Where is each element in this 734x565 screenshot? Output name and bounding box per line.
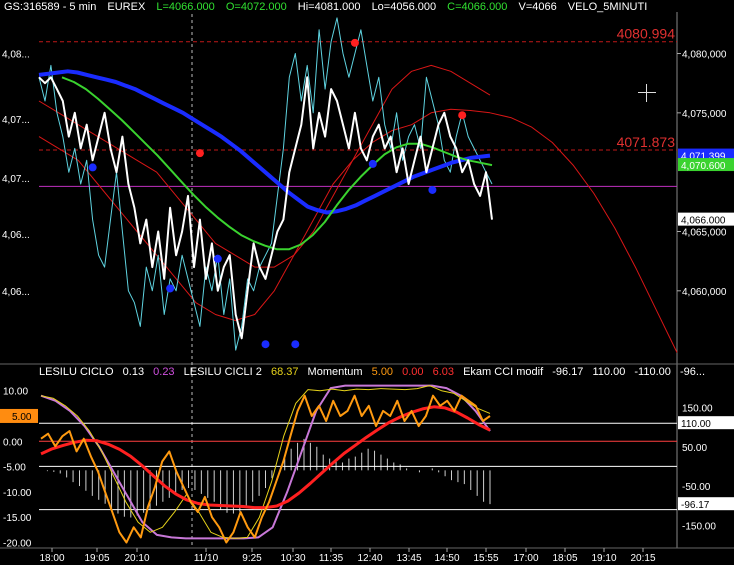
cci-name: Ekam CCI modif (463, 366, 544, 378)
lower-left-tick: -15.00 (3, 513, 32, 524)
x-tick-label: 19:05 (84, 553, 109, 564)
symbol-label: GS:316589 - 5 min (4, 1, 97, 13)
signal-dot-blue-6 (428, 185, 437, 194)
ciclo-name: LESILU CICLO (39, 366, 114, 378)
y-tick-label: 4,075,000 (682, 109, 727, 120)
lower-left-tick: -20.00 (3, 538, 32, 549)
y-left-label: 4,07... (2, 174, 30, 185)
x-tick-label: 18:00 (39, 553, 64, 564)
x-tick-label: 11:35 (319, 553, 344, 564)
y-tick-label: 4,060,000 (682, 287, 727, 298)
x-tick-label: 19:10 (591, 553, 616, 564)
y-tick-label: 4,080,000 (682, 50, 727, 61)
x-tick-label: 18:05 (552, 553, 577, 564)
y-left-label: 4,08... (2, 50, 30, 61)
signal-dot-blue-1 (166, 284, 175, 293)
signal-dot-red-1 (350, 38, 359, 47)
lower-value-tag-text: 110.00 (681, 419, 711, 430)
signal-dot-red-0 (195, 149, 204, 158)
lower-left-tick: 10.00 (3, 387, 28, 398)
x-tick-label: 13:45 (396, 553, 421, 564)
signal-dot-blue-2 (213, 254, 222, 263)
indicator-legend: LESILU CICLO 0.13 0.23 LESILU CICLI 2 68… (39, 366, 711, 378)
x-tick-label: 15:55 (473, 553, 498, 564)
lower-right-tick: -50.00 (682, 482, 711, 493)
lower-left-tick: -5.00 (3, 463, 26, 474)
lower-right-tick: 50.00 (682, 443, 707, 454)
chart-background (0, 0, 734, 565)
ciclo-value-2: 0.23 (153, 366, 175, 378)
lower-value-tag-text: -96.17 (681, 500, 710, 511)
cci-value-1: -96.17 (552, 366, 584, 378)
signal-dot-blue-4 (291, 340, 300, 349)
lower-right-tick: 150.00 (682, 403, 713, 414)
lower-left-tick: -10.00 (3, 488, 32, 499)
x-tick-label: 10:30 (280, 553, 305, 564)
x-tick-label: 20:10 (124, 553, 149, 564)
y-left-label: 4,06... (2, 287, 30, 298)
value-tag-text: 4,066.000 (681, 216, 726, 227)
high-price: Hi=4081.000 (297, 1, 361, 13)
lower-right-tick: -150.00 (682, 521, 716, 532)
momentum-name: Momentum (307, 366, 363, 378)
ciclo-value-1: 0.13 (122, 366, 145, 378)
signal-dot-red-2 (458, 111, 467, 120)
trading-chart[interactable]: 4080.994 4071.873 4,080,000 4,075,000 4,065,… (0, 0, 734, 565)
y-tick-label: 4,065,000 (682, 227, 727, 238)
crosshair-cursor-icon (638, 84, 656, 102)
low-price: Lo=4056.000 (371, 1, 437, 13)
x-tick-label: 17:00 (513, 553, 538, 564)
x-tick-label: 11/10 (194, 553, 219, 564)
lower-left-tick: 0.00 (3, 437, 23, 448)
momentum-value-2: 0.00 (402, 366, 424, 378)
cci-value-4: -96... (679, 366, 706, 378)
momentum-value-3: 6.03 (432, 366, 455, 378)
value-tag-text: 4,070.600 (681, 161, 726, 172)
y-left-label: 4,07... (2, 115, 30, 126)
level-label-upper: 4080.994 (617, 26, 676, 42)
y-left-label: 4,06... (2, 230, 30, 241)
momentum-value-1: 5.00 (371, 366, 394, 378)
cicli2-value: 68.37 (270, 366, 299, 378)
last-price: L=4066.000 (156, 1, 215, 13)
cci-value-3: -110.00 (634, 366, 671, 378)
momentum-tag-text: 5.00 (12, 412, 32, 423)
x-tick-label: 12:40 (357, 553, 382, 564)
x-tick-label: 14:50 (434, 553, 459, 564)
chart-header: GS:316589 - 5 min EUREX L=4066.000 O=407… (4, 1, 655, 13)
level-label-middle: 4071.873 (617, 134, 676, 150)
exchange-label: EUREX (107, 1, 146, 13)
open-price: O=4072.000 (225, 1, 287, 13)
volume-label: V=4066 (518, 1, 557, 13)
x-tick-label: 9:25 (242, 553, 262, 564)
cci-value-2: 110.00 (592, 366, 626, 378)
x-tick-label: 20:15 (630, 553, 655, 564)
signal-dot-blue-3 (261, 340, 270, 349)
close-price: C=4066.000 (447, 1, 508, 13)
cicli2-name: LESILU CICLI 2 (183, 366, 262, 378)
signal-dot-blue-0 (88, 163, 97, 172)
signal-dot-blue-5 (368, 159, 377, 168)
indicator-name: VELO_5MINUTI (567, 1, 648, 13)
